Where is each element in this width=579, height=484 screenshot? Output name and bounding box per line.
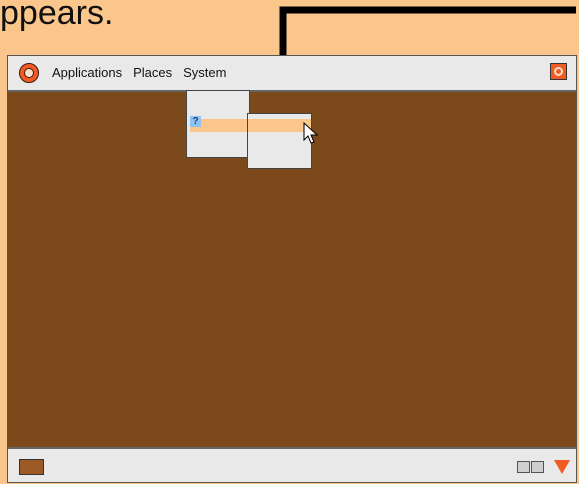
menu-system[interactable]: System xyxy=(183,65,226,80)
desktop-screen: Applications Places System ? xyxy=(7,55,577,483)
workspace-switcher-icon[interactable] xyxy=(517,461,530,473)
top-panel: Applications Places System xyxy=(8,56,576,92)
submenu-item-highlighted[interactable] xyxy=(248,119,311,132)
trash-icon[interactable] xyxy=(554,460,570,474)
menubar: Applications Places System xyxy=(52,65,226,80)
workspace-switcher-icon[interactable] xyxy=(531,461,544,473)
bottom-panel xyxy=(8,447,576,482)
gnome-foot-icon[interactable] xyxy=(19,63,39,83)
mouse-pointer-icon xyxy=(303,122,319,144)
help-icon: ? xyxy=(190,116,201,127)
show-desktop-icon[interactable] xyxy=(19,459,44,475)
menu-applications[interactable]: Applications xyxy=(52,65,122,80)
power-icon[interactable] xyxy=(550,63,567,80)
menu-places[interactable]: Places xyxy=(133,65,172,80)
